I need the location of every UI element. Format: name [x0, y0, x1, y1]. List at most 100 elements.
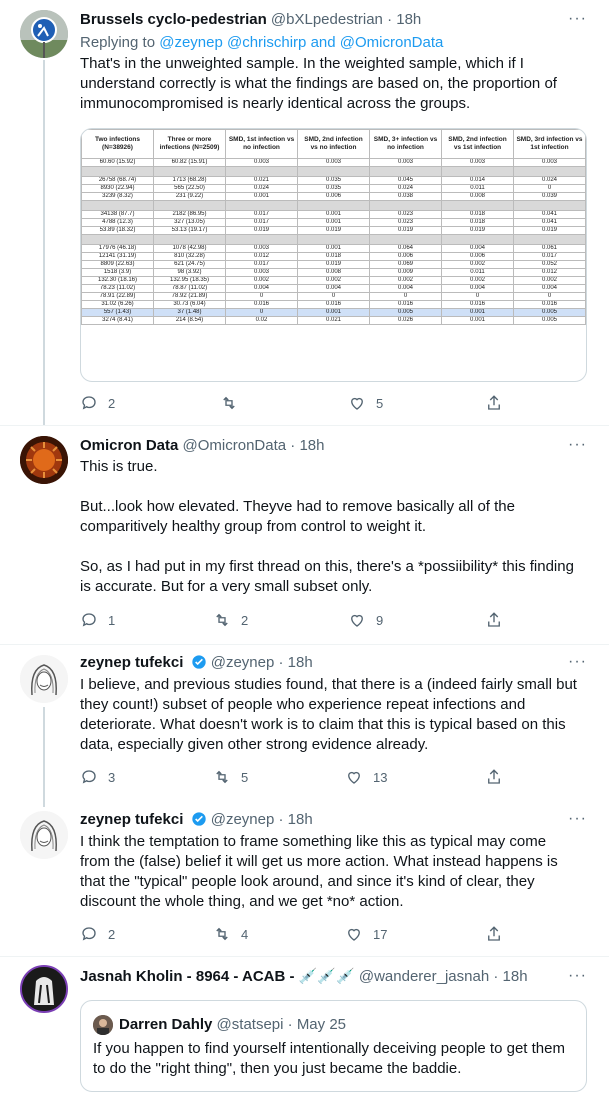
- table-cell: 53.89 (18.32): [81, 226, 154, 235]
- tweet-paragraph: I think the temptation to frame somethin…: [80, 833, 558, 910]
- table-cell: 3239 (8.32): [81, 192, 154, 201]
- timestamp[interactable]: 18h: [288, 654, 313, 671]
- table-cell: 0.052: [513, 260, 586, 269]
- thread-line: [43, 60, 45, 425]
- display-name[interactable]: Jasnah Kholin - 8964 - ACAB - 💉💉💉: [80, 968, 355, 985]
- like-button[interactable]: 17: [345, 925, 387, 943]
- more-options-button[interactable]: ···: [568, 810, 587, 828]
- retweet-button[interactable]: 5: [213, 768, 248, 786]
- more-options-button[interactable]: ···: [568, 653, 587, 671]
- display-name[interactable]: Brussels cyclo-pedestrian: [80, 11, 267, 28]
- reply-button[interactable]: 3: [80, 768, 115, 786]
- reply-button[interactable]: 1: [80, 611, 115, 629]
- table-cell: [153, 166, 226, 177]
- share-button[interactable]: [485, 394, 503, 412]
- table-cell: 810 (32.28): [153, 252, 226, 261]
- retweet-button[interactable]: 2: [213, 611, 248, 629]
- tweet-2[interactable]: Omicron Data @OmicronData · 18h ··· This…: [0, 426, 609, 646]
- reply-button[interactable]: 2: [80, 925, 115, 943]
- table-cell: 0.005: [513, 308, 586, 317]
- handle[interactable]: @wanderer_jasnah: [359, 968, 489, 985]
- timestamp[interactable]: 18h: [396, 11, 421, 28]
- table-cell: 0.003: [225, 244, 298, 253]
- table-cell: 0.005: [513, 316, 586, 325]
- separator-dot: ·: [387, 11, 393, 28]
- table-cell: 0.017: [225, 260, 298, 269]
- handle[interactable]: @OmicronData: [183, 437, 287, 454]
- more-options-button[interactable]: ···: [568, 967, 587, 985]
- table-cell: [297, 200, 370, 211]
- reply-icon: [82, 613, 96, 627]
- table-cell: 53.13 (19.17): [153, 226, 226, 235]
- table-cell: 0.001: [297, 210, 370, 219]
- table-cell: 0.016: [441, 300, 514, 309]
- reply-mention-last[interactable]: @OmicronData: [340, 34, 444, 51]
- timestamp[interactable]: 18h: [503, 968, 528, 985]
- table-cell: 1713 (68.28): [153, 176, 226, 185]
- retweet-button[interactable]: 4: [213, 925, 248, 943]
- more-options-button[interactable]: ···: [568, 436, 587, 454]
- retweet-icon: [216, 770, 228, 784]
- reply-count: 2: [108, 926, 116, 942]
- table-cell: 0.003: [225, 158, 298, 167]
- like-button[interactable]: 13: [345, 768, 387, 786]
- avatar[interactable]: [20, 10, 68, 58]
- tweet-1[interactable]: Brussels cyclo-pedestrian @bXLpedestrian…: [0, 0, 609, 425]
- table-cell: 0.006: [297, 192, 370, 201]
- handle[interactable]: @zeynep: [211, 654, 275, 671]
- display-name[interactable]: zeynep tufekci: [80, 811, 183, 828]
- table-cell: 0.001: [297, 308, 370, 317]
- table-cell: 0.001: [297, 218, 370, 227]
- handle[interactable]: @zeynep: [211, 811, 275, 828]
- table-cell: 132.30 (18.16): [81, 276, 154, 285]
- table-cell: [513, 200, 586, 211]
- table-cell: 132.95 (18.35): [153, 276, 226, 285]
- retweet-count: 5: [241, 769, 249, 785]
- tweet-4[interactable]: zeynep tufekci @zeynep · 18h ··· I think…: [0, 805, 609, 960]
- like-button[interactable]: 9: [348, 611, 383, 629]
- avatar[interactable]: [20, 965, 68, 1013]
- table-cell: 0.003: [369, 158, 442, 167]
- share-button[interactable]: [485, 611, 503, 629]
- table-cell: 8809 (22.63): [81, 260, 154, 269]
- table-row: 34138 (87.7) 2182 (86.95) 0.017 0.001 0.023 0…: [81, 210, 586, 219]
- display-name[interactable]: Omicron Data: [80, 437, 178, 454]
- share-button[interactable]: [485, 925, 503, 943]
- reply-count: 2: [108, 395, 116, 411]
- handle[interactable]: @bXLpedestrian: [271, 11, 383, 28]
- table-cell: 327 (13.05): [153, 218, 226, 227]
- attached-table-image[interactable]: Two infections (N=38926) Three or more in…: [80, 128, 587, 382]
- tweet-3[interactable]: zeynep tufekci @zeynep · 18h ··· I belie…: [0, 645, 609, 807]
- quoted-tweet[interactable]: Darren Dahly @statsepi · May 25 If you h…: [80, 1000, 587, 1092]
- retweet-button[interactable]: [220, 394, 248, 412]
- reply-button[interactable]: 2: [80, 394, 115, 412]
- display-name[interactable]: zeynep tufekci: [80, 654, 183, 671]
- share-icon: [488, 769, 500, 784]
- table-cell: 0.041: [513, 210, 586, 219]
- table-cell: 0.014: [441, 176, 514, 185]
- table-cell: 0.021: [297, 316, 370, 325]
- like-button[interactable]: 5: [348, 394, 383, 412]
- table-cell: 0.012: [513, 268, 586, 277]
- table-cell: 26758 (68.74): [81, 176, 154, 185]
- table-cell: 0.019: [297, 226, 370, 235]
- table-cell: 0.003: [297, 158, 370, 167]
- reply-mentions-and[interactable]: and: [311, 34, 336, 51]
- thread-line: [43, 707, 45, 807]
- avatar[interactable]: [20, 655, 68, 703]
- table-cell: [441, 200, 514, 211]
- table-cell: 1078 (42.98): [153, 244, 226, 253]
- timestamp[interactable]: 18h: [288, 811, 313, 828]
- table-cell: 0.019: [513, 226, 586, 235]
- avatar[interactable]: [20, 436, 68, 484]
- avatar[interactable]: [20, 811, 68, 859]
- table-cell: 0.023: [369, 210, 442, 219]
- table-cell: 0.005: [369, 308, 442, 317]
- more-options-button[interactable]: ···: [568, 10, 587, 28]
- like-count: 5: [376, 395, 384, 411]
- timestamp[interactable]: 18h: [299, 437, 324, 454]
- tweet-text: That's in the unweighted sample. In the …: [80, 54, 580, 114]
- table-cell: 0.002: [441, 260, 514, 269]
- share-button[interactable]: [485, 768, 503, 786]
- reply-mentions[interactable]: @zeynep @chrischirp: [159, 34, 306, 51]
